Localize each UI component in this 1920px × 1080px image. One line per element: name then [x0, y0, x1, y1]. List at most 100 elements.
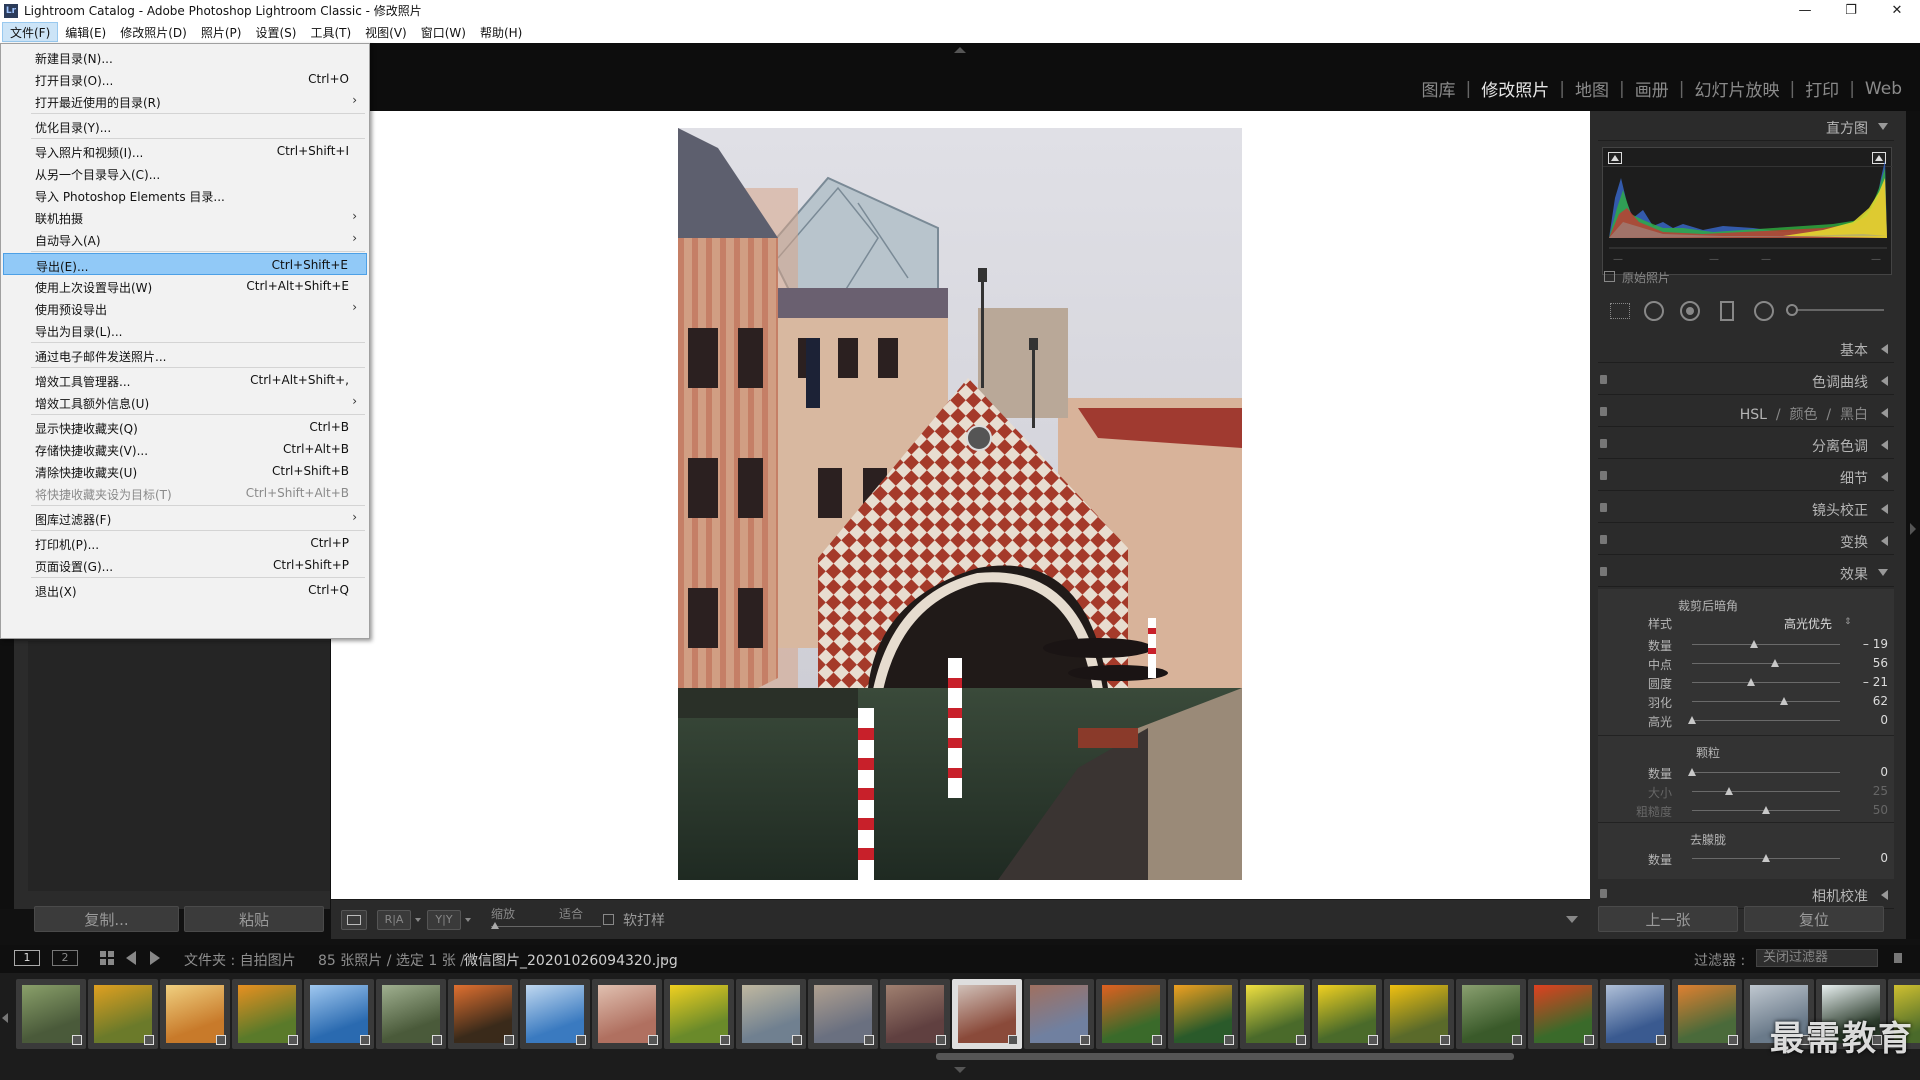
slider-track[interactable]	[1692, 663, 1840, 664]
panel-switch-icon[interactable]	[1600, 407, 1607, 416]
file-menu-item[interactable]: 导入 Photoshop Elements 目录...	[3, 184, 367, 206]
filmstrip-thumbnail[interactable]	[1096, 979, 1166, 1049]
collapse-triangle-icon[interactable]	[1881, 890, 1888, 900]
slider-track[interactable]	[1692, 791, 1840, 792]
slider-knob[interactable]	[1747, 678, 1756, 686]
file-menu-item[interactable]: 导出为目录(L)...	[3, 319, 367, 341]
previous-button[interactable]: 上一张	[1598, 906, 1738, 932]
slider-track[interactable]	[1692, 701, 1840, 702]
module-tab-5[interactable]: 打印	[1795, 76, 1849, 101]
slider-value[interactable]: 25	[1873, 784, 1888, 798]
slider-value[interactable]: 0	[1880, 713, 1888, 727]
file-menu-item[interactable]: 清除快捷收藏夹(U) Ctrl+Shift+B	[3, 460, 367, 482]
slider-knob[interactable]	[1688, 768, 1696, 776]
redeye-icon[interactable]	[1680, 301, 1700, 321]
vignette-style-row[interactable]: 样式 高光优先 ⇕	[1606, 615, 1896, 633]
panel-transform[interactable]: 变换	[1598, 525, 1894, 555]
panel-switch-icon[interactable]	[1600, 471, 1607, 480]
slider-knob[interactable]	[1770, 659, 1779, 667]
filename-dropdown-icon[interactable]	[662, 957, 668, 961]
maximize-button[interactable]: ❐	[1828, 0, 1874, 21]
file-menu-item[interactable]: 从另一个目录导入(C)...	[3, 162, 367, 184]
collapse-triangle-icon[interactable]	[1881, 504, 1888, 514]
file-menu-item[interactable]: 导入照片和视频(I)... Ctrl+Shift+I	[3, 140, 367, 162]
file-menu-item[interactable]: 新建目录(N)...	[3, 46, 367, 68]
slider-track[interactable]	[1692, 772, 1840, 773]
close-button[interactable]: ✕	[1874, 0, 1920, 21]
slider-row[interactable]: 中点 56	[1606, 654, 1896, 673]
file-menu-item[interactable]: 显示快捷收藏夹(Q) Ctrl+B	[3, 416, 367, 438]
filmstrip-thumbnail[interactable]	[1384, 979, 1454, 1049]
collapse-triangle-icon[interactable]	[1881, 408, 1888, 418]
filmstrip-thumbnail[interactable]	[1528, 979, 1598, 1049]
reset-button[interactable]: 复位	[1744, 906, 1884, 932]
file-menu-item[interactable]: 将快捷收藏夹设为目标(T) Ctrl+Shift+Alt+B	[3, 482, 367, 504]
menu-3[interactable]: 照片(P)	[194, 22, 249, 42]
right-panel-edge[interactable]	[1906, 111, 1920, 939]
style-dropdown-icon[interactable]: ⇕	[1844, 617, 1852, 627]
panel-switch-icon[interactable]	[1600, 567, 1607, 576]
spot-removal-icon[interactable]	[1644, 301, 1664, 321]
collapse-top-arrow-icon[interactable]	[954, 47, 966, 53]
filmstrip-left-arrow-icon[interactable]	[2, 1013, 8, 1023]
collapse-triangle-icon[interactable]	[1881, 536, 1888, 546]
softproof-checkbox[interactable]	[603, 914, 614, 925]
panel-switch-icon[interactable]	[1600, 375, 1607, 384]
filmstrip-thumbnail[interactable]	[952, 979, 1022, 1049]
filmstrip-thumbnail[interactable]	[160, 979, 230, 1049]
filmstrip-thumbnail[interactable]	[232, 979, 302, 1049]
filename[interactable]: 微信图片_20201026094320.jpg	[464, 950, 678, 970]
slider-row[interactable]: 数量 – 19	[1606, 635, 1896, 654]
loupe-view-button[interactable]	[341, 910, 367, 930]
module-tab-1[interactable]: 修改照片	[1471, 76, 1559, 101]
panel-switch-icon[interactable]	[1600, 439, 1607, 448]
menu-8[interactable]: 帮助(H)	[473, 22, 529, 42]
slider-track[interactable]	[1692, 682, 1840, 683]
filmstrip-thumbnail[interactable]	[304, 979, 374, 1049]
copy-button[interactable]: 复制...	[34, 906, 179, 932]
color-tab[interactable]: 颜色	[1789, 407, 1817, 423]
bw-tab[interactable]: 黑白	[1840, 407, 1868, 423]
menu-4[interactable]: 设置(S)	[248, 22, 303, 42]
slider-knob[interactable]	[1750, 640, 1759, 648]
filmstrip-thumbnail[interactable]	[1168, 979, 1238, 1049]
before-after-ra-button[interactable]: R|A	[377, 910, 411, 930]
file-menu-item[interactable]: 增效工具额外信息(U) ›	[3, 391, 367, 413]
menu-0[interactable]: 文件(F)	[2, 22, 59, 42]
filmstrip-thumbnail[interactable]	[448, 979, 518, 1049]
slider-value[interactable]: – 21	[1863, 675, 1888, 689]
collapse-triangle-icon[interactable]	[1881, 472, 1888, 482]
filmstrip-thumbnail[interactable]	[1600, 979, 1670, 1049]
before-after-yy-button[interactable]: Y|Y	[427, 910, 461, 930]
panel-detail[interactable]: 细节	[1598, 461, 1894, 491]
module-tab-0[interactable]: 图库	[1412, 76, 1466, 101]
collapse-triangle-icon[interactable]	[1878, 123, 1888, 130]
folder-label[interactable]: 文件夹 : 自拍图片	[184, 950, 296, 970]
collapse-triangle-icon[interactable]	[1878, 569, 1888, 576]
panel-hsl[interactable]: HSL / 颜色 / 黑白	[1598, 397, 1894, 427]
panel-switch-icon[interactable]	[1600, 503, 1607, 512]
file-menu-item[interactable]: 联机拍摄 ›	[3, 206, 367, 228]
filmstrip-thumbnail[interactable]	[1456, 979, 1526, 1049]
filmstrip-thumbnail[interactable]	[1312, 979, 1382, 1049]
filmstrip-thumbnail[interactable]	[1024, 979, 1094, 1049]
slider-value[interactable]: 0	[1880, 851, 1888, 865]
filmstrip-bottom-arrow-icon[interactable]	[954, 1067, 966, 1073]
filmstrip-thumbnail[interactable]	[1672, 979, 1742, 1049]
filmstrip-thumbnail[interactable]	[664, 979, 734, 1049]
panel-tone-curve[interactable]: 色调曲线	[1598, 365, 1894, 395]
filmstrip-thumbnail[interactable]	[808, 979, 878, 1049]
file-menu-item[interactable]: 导出(E)... Ctrl+Shift+E	[3, 253, 367, 275]
before-after-dropdown-icon[interactable]	[415, 918, 421, 922]
file-menu-item[interactable]: 图库过滤器(F) ›	[3, 507, 367, 529]
radial-filter-icon[interactable]	[1754, 301, 1774, 321]
panel-split-toning[interactable]: 分离色调	[1598, 429, 1894, 459]
module-tab-3[interactable]: 画册	[1625, 76, 1679, 101]
slider-knob[interactable]	[1725, 787, 1733, 795]
file-menu-item[interactable]: 页面设置(G)... Ctrl+Shift+P	[3, 554, 367, 576]
file-menu-item[interactable]: 退出(X) Ctrl+Q	[3, 579, 367, 601]
filmstrip-thumbnail[interactable]	[736, 979, 806, 1049]
file-menu-item[interactable]: 自动导入(A) ›	[3, 228, 367, 250]
right-panel-toggle-icon[interactable]	[1910, 523, 1916, 535]
file-menu-item[interactable]: 增效工具管理器... Ctrl+Alt+Shift+,	[3, 369, 367, 391]
